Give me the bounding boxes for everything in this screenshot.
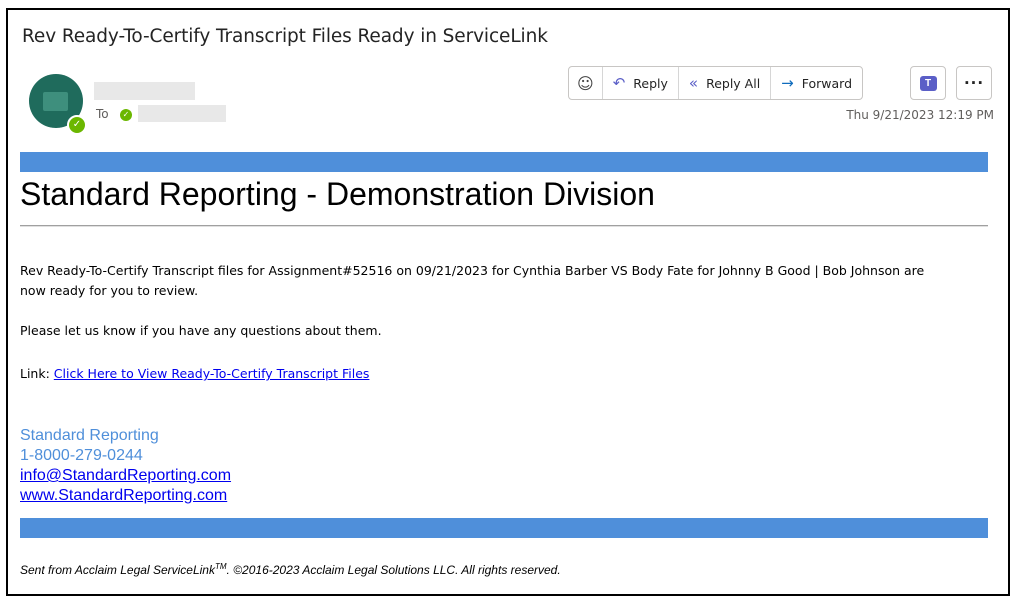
smiley-icon: ☺ xyxy=(577,73,594,93)
forward-icon: → xyxy=(781,74,794,92)
reply-all-icon: « xyxy=(688,74,699,92)
signature-company: Standard Reporting xyxy=(20,427,159,444)
presence-available-icon: ✓ xyxy=(67,115,87,135)
footer-text-2: . ©2016-2023 Acclaim Legal Solutions LLC… xyxy=(226,563,561,577)
more-icon: ··· xyxy=(963,74,985,92)
link-prefix: Link: xyxy=(20,366,54,381)
heading-divider xyxy=(20,225,988,227)
questions-paragraph: Please let us know if you have any quest… xyxy=(20,323,382,338)
notification-paragraph: Rev Ready-To-Certify Transcript files fo… xyxy=(20,263,925,298)
footer-text-1: Sent from Acclaim Legal ServiceLink xyxy=(20,563,215,577)
reply-button[interactable]: ↶ Reply xyxy=(603,67,679,99)
link-paragraph: Link: Click Here to View Ready-To-Certif… xyxy=(20,364,930,384)
forward-label: Forward xyxy=(801,75,853,91)
avatar-placeholder-icon xyxy=(43,92,68,111)
forward-button[interactable]: → Forward xyxy=(771,67,862,99)
reply-all-label: Reply All xyxy=(706,75,761,91)
recipient-presence-icon: ✓ xyxy=(120,109,132,121)
reply-label: Reply xyxy=(633,75,668,91)
to-label: To xyxy=(96,107,109,121)
footer-accent-bar xyxy=(20,518,988,538)
more-actions-button[interactable]: ··· xyxy=(956,66,992,100)
trademark-mark: TM xyxy=(214,562,227,571)
view-transcript-files-link[interactable]: Click Here to View Ready-To-Certify Tran… xyxy=(54,366,370,381)
header-accent-bar xyxy=(20,152,988,172)
reply-icon: ↶ xyxy=(612,74,626,92)
email-subject: Rev Ready-To-Certify Transcript Files Re… xyxy=(22,26,548,47)
react-button[interactable]: ☺ xyxy=(569,67,603,99)
division-heading: Standard Reporting - Demonstration Divis… xyxy=(20,176,655,212)
footer-copyright: Sent from Acclaim Legal ServiceLinkTM. ©… xyxy=(20,562,561,577)
teams-icon: T xyxy=(919,75,937,91)
sender-name-redacted[interactable] xyxy=(94,82,195,100)
signature-email-link[interactable]: info@StandardReporting.com xyxy=(20,466,231,486)
message-actions-toolbar: ☺ ↶ Reply « Reply All → Forward xyxy=(568,66,864,100)
signature-phone: 1-8000-279-0244 xyxy=(20,447,143,464)
teams-button[interactable]: T xyxy=(910,66,946,100)
recipient-name-redacted[interactable] xyxy=(138,105,226,122)
message-timestamp: Thu 9/21/2023 12:19 PM xyxy=(846,108,994,122)
signature-website-link[interactable]: www.StandardReporting.com xyxy=(20,486,227,506)
reply-all-button[interactable]: « Reply All xyxy=(679,67,772,99)
